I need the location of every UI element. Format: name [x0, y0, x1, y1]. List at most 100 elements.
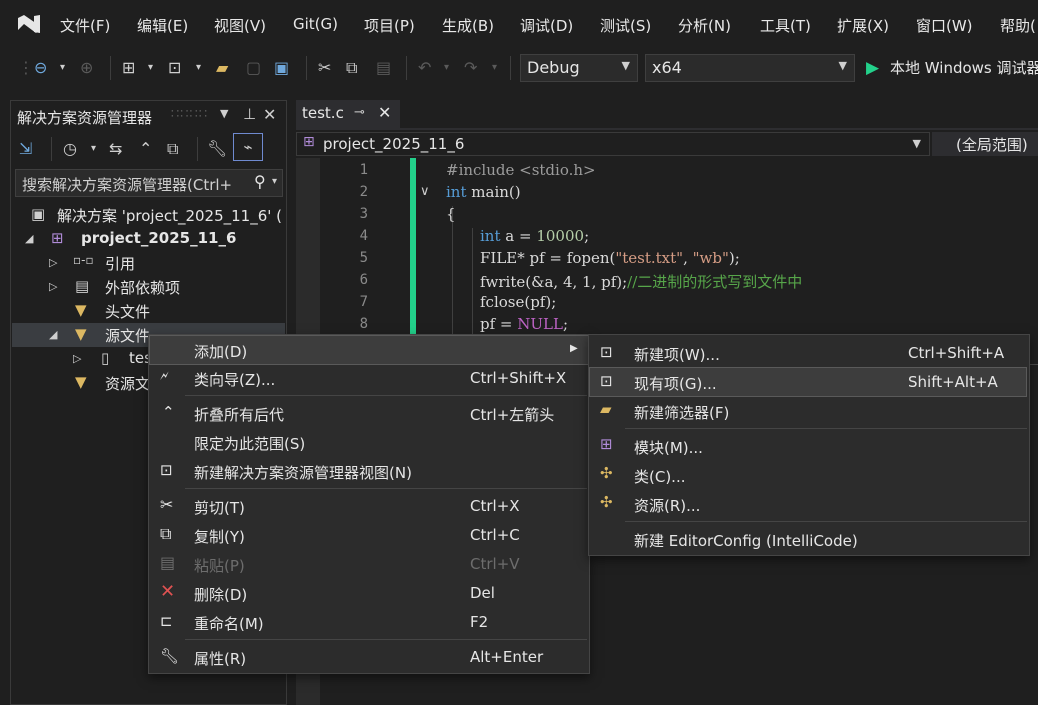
submenu-arrow-icon: ▶: [570, 343, 578, 354]
submenu-item-existing-item[interactable]: ⊡ 现有项(G)... Shift+Alt+A: [589, 367, 1027, 397]
play-icon[interactable]: ▶: [866, 56, 879, 80]
solution-explorer-search[interactable]: 搜索解决方案资源管理器(Ctrl+ ⚲ ▾: [15, 169, 283, 197]
menu-separator: [185, 488, 587, 489]
resource-icon: ✣: [600, 493, 613, 511]
copy-toolbar-icon[interactable]: ⧉: [346, 56, 357, 80]
history-dropdown-icon[interactable]: ▾: [91, 137, 96, 161]
menu-tools[interactable]: 工具(T): [760, 15, 811, 36]
menu-item-add[interactable]: 添加(D) ▶: [149, 335, 589, 365]
search-options-icon[interactable]: ▾: [272, 176, 277, 187]
code-line-5: FILE* pf = fopen("test.txt", "wb");: [480, 249, 740, 267]
save-all-icon[interactable]: ▣: [274, 56, 289, 80]
menu-item-shortcut: F2: [470, 613, 489, 631]
project-scope-dropdown[interactable]: ⊞ project_2025_11_6 ▼: [296, 132, 930, 156]
global-scope-dropdown[interactable]: (全局范围): [932, 132, 1038, 156]
menu-item-label: 折叠所有后代: [194, 406, 285, 424]
add-item-icon[interactable]: ⊡: [168, 56, 181, 80]
run-debugger-button[interactable]: 本地 Windows 调试器: [890, 56, 1038, 80]
filter-folder-icon: ▼: [75, 301, 87, 319]
redo-icon[interactable]: ↷: [464, 56, 477, 80]
menu-window[interactable]: 窗口(W): [916, 15, 973, 36]
properties-wrench-icon[interactable]: 🔧︎: [207, 137, 227, 161]
menu-item-properties[interactable]: 🔧︎ 属性(R) Alt+Enter: [150, 643, 588, 671]
back-icon[interactable]: ⊖: [34, 56, 47, 80]
menu-test[interactable]: 测试(S): [600, 15, 651, 36]
menu-build[interactable]: 生成(B): [442, 15, 494, 36]
expanded-arrow-icon[interactable]: ◢: [25, 232, 33, 245]
new-project-icon[interactable]: ⊞: [122, 56, 135, 80]
undo-icon[interactable]: ↶: [418, 56, 431, 80]
back-dropdown-icon[interactable]: ▾: [60, 56, 65, 80]
menu-item-cut[interactable]: ✂ 剪切(T) Ctrl+X: [150, 492, 588, 520]
expanded-arrow-icon[interactable]: ◢: [49, 328, 57, 341]
line-number: 4: [359, 228, 368, 244]
menu-extensions[interactable]: 扩展(X): [837, 15, 889, 36]
search-icon[interactable]: ⚲: [254, 172, 266, 191]
paste-toolbar-icon[interactable]: ▤: [376, 56, 391, 80]
menu-item-scope-to-this[interactable]: 限定为此范围(S): [150, 428, 588, 456]
panel-dropdown-icon[interactable]: ▼: [220, 107, 228, 120]
show-all-files-icon[interactable]: ⧉: [167, 137, 178, 161]
nav-project-label: project_2025_11_6: [323, 135, 465, 153]
close-tab-icon[interactable]: ✕: [378, 103, 391, 122]
menu-item-copy[interactable]: ⧉ 复制(Y) Ctrl+C: [150, 521, 588, 549]
menu-project[interactable]: 项目(P): [364, 15, 415, 36]
config-dropdown[interactable]: Debug ▼: [520, 54, 638, 82]
menu-debug[interactable]: 调试(D): [520, 15, 573, 36]
menu-item-new-view[interactable]: ⊡ 新建解决方案资源管理器视图(N): [150, 457, 588, 485]
redo-dropdown-icon[interactable]: ▾: [492, 56, 497, 80]
submenu-item-new-editorconfig[interactable]: 新建 EditorConfig (IntelliCode): [590, 525, 1028, 553]
preview-selected-icon[interactable]: ⌁: [233, 133, 263, 161]
menu-item-label: 剪切(T): [194, 499, 245, 517]
new-project-dropdown-icon[interactable]: ▾: [148, 56, 153, 80]
collapse-all-icon[interactable]: ⌃: [139, 137, 152, 161]
menu-analyze[interactable]: 分析(N): [678, 15, 731, 36]
sync-icon[interactable]: ⇲: [19, 137, 32, 161]
menu-view[interactable]: 视图(V): [214, 15, 266, 36]
menu-item-label: 添加(D): [194, 343, 248, 361]
submenu-item-class[interactable]: ✣ 类(C)...: [590, 461, 1028, 489]
pin-icon[interactable]: ⊥: [243, 105, 256, 123]
submenu-item-resource[interactable]: ✣ 资源(R)...: [590, 490, 1028, 518]
submenu-item-new-filter[interactable]: ▰ 新建筛选器(F): [590, 397, 1028, 425]
collapsed-arrow-icon[interactable]: ▷: [73, 352, 81, 365]
fold-chevron-icon[interactable]: ∨: [420, 184, 430, 199]
menu-file[interactable]: 文件(F): [60, 15, 110, 36]
forward-icon[interactable]: ⊕: [80, 56, 93, 80]
resources-label: 资源文: [105, 375, 151, 393]
menu-item-collapse-all[interactable]: ⌃ 折叠所有后代 Ctrl+左箭头: [150, 399, 588, 427]
menu-item-rename[interactable]: ⊏ 重命名(M) F2: [150, 608, 588, 636]
filter-folder-icon: ▼: [75, 325, 87, 343]
source-files-label: 源文件: [105, 327, 151, 345]
add-item-dropdown-icon[interactable]: ▾: [196, 56, 201, 80]
tab-test-c[interactable]: test.c ⊸ ✕: [296, 100, 400, 130]
pin-tab-icon[interactable]: ⊸: [354, 105, 365, 120]
save-icon[interactable]: ▢: [246, 56, 261, 80]
undo-dropdown-icon[interactable]: ▾: [444, 56, 449, 80]
open-folder-icon[interactable]: ▰: [216, 56, 228, 80]
submenu-item-module[interactable]: ⊞ 模块(M)...: [590, 432, 1028, 460]
menu-git[interactable]: Git(G): [293, 15, 338, 33]
cut-toolbar-icon[interactable]: ✂: [318, 56, 331, 80]
sync-changes-icon[interactable]: ⇆: [109, 137, 122, 161]
code-line-6: fwrite(&a, 4, 1, pf);//二进制的形式写到文件中: [480, 273, 803, 291]
menu-item-shortcut: Ctrl+Shift+X: [470, 369, 567, 387]
submenu-item-label: 模块(M)...: [634, 439, 703, 457]
line-number: 6: [359, 272, 368, 288]
history-icon[interactable]: ◷: [63, 137, 77, 161]
close-icon[interactable]: ✕: [263, 105, 276, 124]
menu-item-delete[interactable]: ✕ 删除(D) Del: [150, 579, 588, 607]
line-number: 8: [359, 316, 368, 332]
collapsed-arrow-icon[interactable]: ▷: [49, 256, 57, 269]
line-number: 1: [359, 162, 368, 178]
menu-edit[interactable]: 编辑(E): [137, 15, 188, 36]
menu-item-class-wizard[interactable]: 🗲︎ 类向导(Z)... Ctrl+Shift+X: [150, 364, 588, 392]
submenu-item-new-item[interactable]: ⊡ 新建项(W)... Ctrl+Shift+A: [590, 339, 1028, 367]
platform-dropdown[interactable]: x64 ▼: [645, 54, 855, 82]
toolbar-separator: [110, 56, 111, 80]
menu-help[interactable]: 帮助(: [1000, 15, 1036, 36]
context-menu: 添加(D) ▶ 🗲︎ 类向导(Z)... Ctrl+Shift+X ⌃ 折叠所有…: [148, 334, 590, 674]
menu-item-shortcut: Alt+Enter: [470, 648, 544, 666]
collapsed-arrow-icon[interactable]: ▷: [49, 280, 57, 293]
nav-scope-label: (全局范围): [956, 136, 1028, 154]
